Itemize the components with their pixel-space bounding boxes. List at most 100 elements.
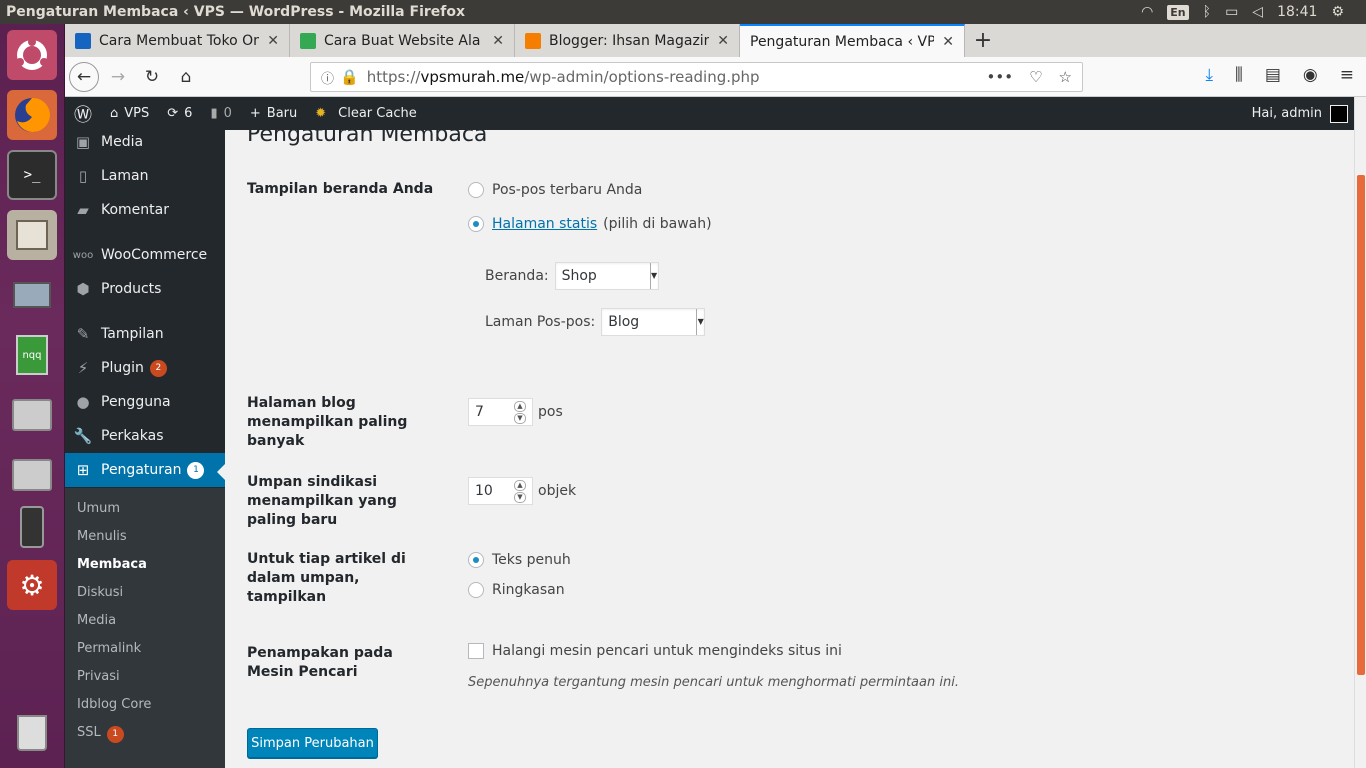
radio-latest-posts[interactable]	[468, 182, 484, 198]
settings-icon: ⊞	[76, 461, 90, 479]
bookmark-star-icon[interactable]: ☆	[1059, 68, 1072, 86]
back-button[interactable]: ←	[69, 61, 99, 92]
phone-icon[interactable]	[7, 502, 57, 552]
menu-plugin[interactable]: ⚡ Plugin 2	[65, 351, 225, 385]
submenu-menulis[interactable]: Menulis	[77, 523, 127, 551]
menu-komentar[interactable]: ▰ Komentar	[65, 193, 225, 227]
my-account[interactable]: Hai, admin	[1252, 104, 1354, 123]
spin-up-icon[interactable]: ▲	[514, 401, 526, 412]
homepage-select-row: Beranda: Shop ▼	[485, 262, 659, 290]
search-description: Sepenuhnya tergantung mesin pencari untu…	[468, 675, 959, 690]
pocket-icon[interactable]: ♡	[1029, 68, 1042, 86]
save-changes-button[interactable]: Simpan Perubahan	[247, 728, 378, 758]
static-page-link[interactable]: Halaman statis	[492, 216, 597, 232]
trash-icon[interactable]	[7, 708, 57, 758]
downloads-icon[interactable]: ⤓	[1206, 65, 1214, 85]
discourage-search-checkbox[interactable]	[468, 643, 484, 659]
battery-icon[interactable]: ▭	[1225, 4, 1238, 20]
ubuntu-dash-icon[interactable]	[7, 30, 57, 80]
wifi-icon[interactable]: ◠	[1141, 4, 1153, 20]
submenu-privasi[interactable]: Privasi	[77, 663, 120, 691]
menu-perkakas[interactable]: 🔧 Perkakas	[65, 419, 225, 453]
submenu-idblog-core[interactable]: Idblog Core	[77, 691, 151, 719]
forward-button[interactable]: →	[103, 62, 133, 92]
main-content: Pengaturan Membaca Tampilan beranda Anda…	[225, 130, 1354, 768]
terminal-icon[interactable]: >_	[7, 150, 57, 200]
info-icon[interactable]: ⓘ	[321, 68, 334, 87]
homepage-select[interactable]: Shop ▼	[554, 262, 659, 290]
library-icon[interactable]: ⫼	[1235, 65, 1243, 85]
close-tab-icon[interactable]: ✕	[492, 33, 504, 49]
submenu-diskusi[interactable]: Diskusi	[77, 579, 123, 607]
address-bar[interactable]: ⓘ 🔒 https://vpsmurah.me/wp-admin/options…	[310, 62, 1083, 92]
woo-icon: woo	[72, 249, 94, 261]
front-latest-posts-option[interactable]: Pos-pos terbaru Anda	[468, 182, 642, 198]
submenu-permalink[interactable]: Permalink	[77, 635, 141, 663]
brush-icon: ✎	[76, 325, 90, 343]
posts-per-page-input[interactable]: 7 ▲ ▼	[468, 398, 533, 426]
files-icon[interactable]	[7, 210, 57, 260]
home-button[interactable]: ⌂	[171, 62, 201, 92]
spin-down-icon[interactable]: ▼	[514, 492, 526, 503]
scrollbar-thumb[interactable]	[1357, 175, 1365, 675]
power-icon[interactable]: ⚙	[1331, 4, 1344, 20]
menu-products[interactable]: ⬢ Products	[65, 272, 225, 306]
discourage-search-option[interactable]: Halangi mesin pencari untuk mengindeks s…	[468, 643, 842, 659]
close-tab-icon[interactable]: ✕	[267, 33, 279, 49]
wp-admin-bar: Ⓦ ⌂ VPS ⟳ 6 ▮ 0 + Baru ✹ Clear Cache Hai, adm…	[65, 97, 1354, 130]
app-nqq-icon[interactable]: nqq	[7, 330, 57, 380]
keyboard-layout[interactable]: En	[1167, 4, 1189, 20]
settings-tool-icon[interactable]: ⚙	[7, 560, 57, 610]
menu-woocommerce[interactable]: woo WooCommerce	[65, 238, 225, 272]
menu-tampilan[interactable]: ✎ Tampilan	[65, 317, 225, 351]
menu-media[interactable]: ▣ Media	[65, 125, 225, 159]
scrollbar[interactable]	[1354, 97, 1366, 768]
plus-icon: +	[249, 106, 261, 121]
tab-2[interactable]: Cara Buat Website Ala I ✕	[290, 24, 515, 57]
page-actions-icon[interactable]: •••	[987, 68, 1014, 86]
posts-page-select[interactable]: Blog ▼	[601, 308, 706, 336]
tab-4-active[interactable]: Pengaturan Membaca ‹ VPS ✕	[740, 24, 965, 57]
wrench-icon: 🔧	[73, 427, 93, 445]
tab-1[interactable]: Cara Membuat Toko Onl ✕	[65, 24, 290, 57]
ssl-badge: 1	[106, 726, 124, 743]
submenu-membaca[interactable]: Membaca	[77, 551, 147, 579]
volume-icon[interactable]: ◁	[1252, 4, 1263, 20]
sidebar-icon[interactable]: ▤	[1265, 65, 1281, 85]
full-text-option[interactable]: Teks penuh	[468, 552, 571, 568]
current-menu-arrow	[217, 464, 225, 480]
ubuntu-launcher: >_ nqq ⚙	[0, 24, 65, 768]
clock[interactable]: 18:41	[1277, 4, 1317, 20]
summary-option[interactable]: Ringkasan	[468, 582, 565, 598]
window-titlebar: Pengaturan Membaca ‹ VPS — WordPress - M…	[0, 0, 1366, 24]
submenu-media[interactable]: Media	[77, 607, 116, 635]
clear-cache-link[interactable]: ✹ Clear Cache	[306, 97, 425, 130]
close-tab-icon[interactable]: ✕	[717, 33, 729, 49]
firefox-icon[interactable]	[7, 90, 57, 140]
notice-count-badge: 1	[187, 461, 205, 479]
posts-per-rss-input[interactable]: 10 ▲ ▼	[468, 477, 533, 505]
remote-desktop-icon[interactable]	[7, 270, 57, 320]
bluetooth-icon[interactable]: ᛒ	[1203, 4, 1211, 20]
new-content-link[interactable]: + Baru	[241, 97, 306, 130]
menu-icon[interactable]: ≡	[1340, 65, 1354, 85]
close-tab-icon[interactable]: ✕	[942, 34, 954, 50]
account-icon[interactable]: ◉	[1303, 65, 1318, 85]
reload-button[interactable]: ↻	[137, 62, 167, 92]
submenu-umum[interactable]: Umum	[77, 495, 120, 523]
new-tab-button[interactable]: +	[965, 24, 1001, 57]
spin-down-icon[interactable]: ▼	[514, 413, 526, 424]
menu-pengguna[interactable]: ● Pengguna	[65, 385, 225, 419]
radio-static-page[interactable]	[468, 216, 484, 232]
drive-2-icon[interactable]	[7, 450, 57, 500]
tab-3[interactable]: Blogger: Ihsan Magazine ✕	[515, 24, 740, 57]
radio-full-text[interactable]	[468, 552, 484, 568]
menu-pengaturan[interactable]: ⊞ Pengaturan 1	[65, 453, 225, 487]
radio-summary[interactable]	[468, 582, 484, 598]
drive-icon[interactable]	[7, 390, 57, 440]
spin-up-icon[interactable]: ▲	[514, 480, 526, 491]
front-static-page-option[interactable]: Halaman statis (pilih di bawah)	[468, 216, 712, 232]
submenu-ssl[interactable]: SSL 1	[77, 719, 124, 747]
menu-laman[interactable]: ▯ Laman	[65, 159, 225, 193]
page-icon: ▯	[78, 167, 88, 185]
